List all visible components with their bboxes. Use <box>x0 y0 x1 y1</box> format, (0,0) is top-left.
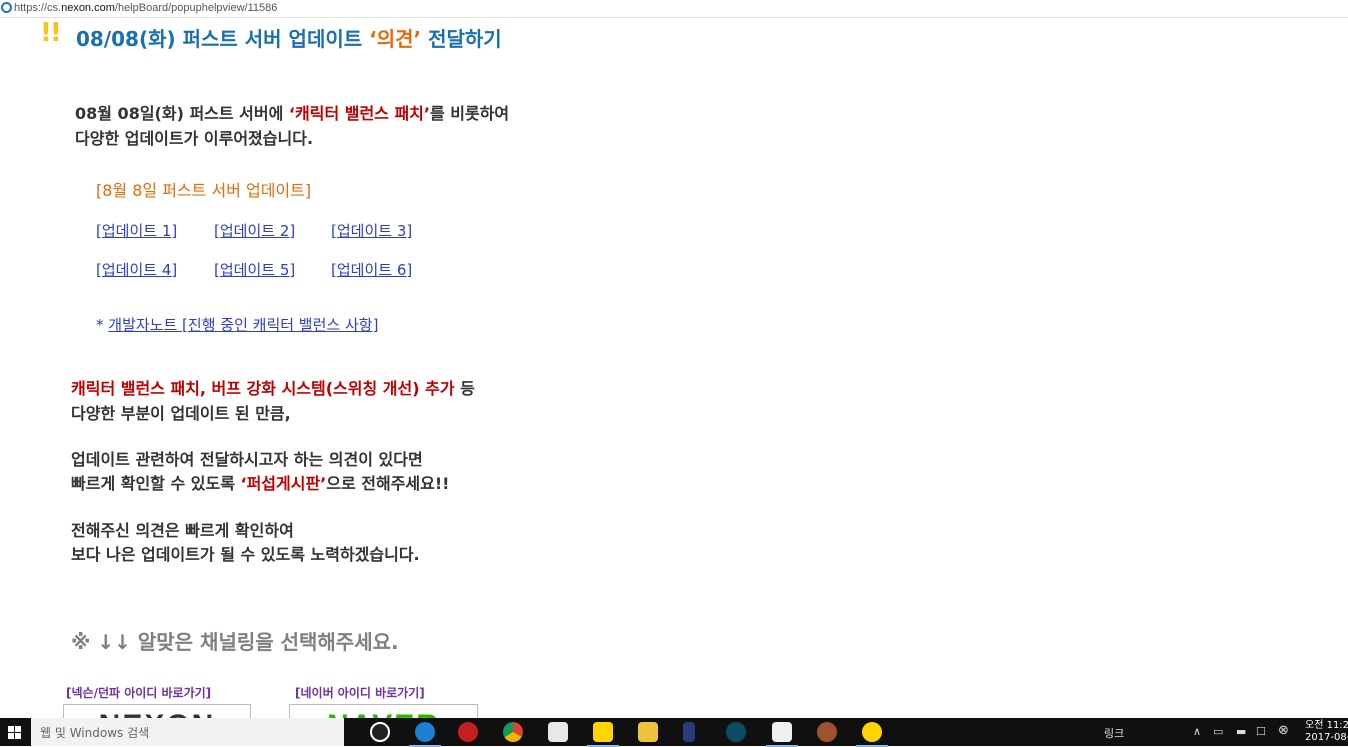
exclamation-icon: !! <box>40 18 62 48</box>
file-explorer-icon[interactable] <box>638 722 658 742</box>
taskbar-clock[interactable]: 오전 11:2 2017-08- <box>1305 720 1348 744</box>
update-link-1[interactable]: [업데이트 1] <box>96 220 177 241</box>
tray-expand-icon[interactable]: ∧ <box>1193 725 1201 738</box>
dev-note-link[interactable]: 개발자노트 [진행 중인 캐릭터 밸런스 사항] <box>108 316 378 334</box>
naver-id-label: [네이버 아이디 바로가기] <box>295 686 425 700</box>
body-p2-line-1: 업데이트 관련하여 전달하시고자 하는 의견이 있다면 <box>71 450 423 469</box>
start-button[interactable] <box>0 718 30 746</box>
taskbar: 웹 및 Windows 검색 링크 ∧ ▭ ▬ ☐ ⊗ 오전 11:2 2017… <box>0 718 1348 747</box>
body-p3-line-1: 전해주신 의견은 빠르게 확인하여 <box>71 521 294 540</box>
update-link-6[interactable]: [업데이트 6] <box>331 259 412 280</box>
title-text: 08/08(화) 퍼스트 서버 업데이트 ‘의견’ 전달하기 <box>76 27 502 51</box>
body-p2-line-2: 빠르게 확인할 수 있도록 ‘퍼섭게시판’으로 전해주세요!! <box>71 474 450 493</box>
body-p1-line-2: 다양한 부분이 업데이트 된 만큼, <box>71 404 291 423</box>
headphones-app-icon[interactable] <box>458 722 478 742</box>
ie-icon <box>1 2 12 13</box>
internet-explorer-icon[interactable] <box>409 722 441 747</box>
game-client-icon[interactable] <box>766 722 798 747</box>
clock-time: 오전 11:2 <box>1305 720 1348 731</box>
channel-prompt: ※ ↓↓ 알맞은 채널링을 선택해주세요. <box>71 630 399 654</box>
cortana-icon[interactable] <box>370 722 390 742</box>
taskbar-search[interactable]: 웹 및 Windows 검색 <box>31 718 344 746</box>
update-link-2[interactable]: [업데이트 2] <box>214 220 295 241</box>
dev-note: * 개발자노트 [진행 중인 캐릭터 밸런스 사항] <box>96 316 379 334</box>
intro-line-1: 08월 08일(화) 퍼스트 서버에 ‘캐릭터 밸런스 패치’를 비롯하여 <box>75 104 510 123</box>
kakao-app-icon[interactable] <box>856 722 888 747</box>
search-placeholder: 웹 및 Windows 검색 <box>40 726 150 740</box>
battery-icon[interactable]: ▬ <box>1236 725 1246 738</box>
update-heading: [8월 8일 퍼스트 서버 업데이트] <box>96 181 312 200</box>
close-icon[interactable]: ⊗ <box>1278 723 1289 738</box>
wizard-app-icon[interactable] <box>683 722 695 742</box>
network-icon[interactable]: ▭ <box>1213 725 1223 738</box>
dungeon-fighter-icon[interactable] <box>817 722 837 742</box>
body-p3-line-2: 보다 나은 업데이트가 될 수 있도록 노력하겠습니다. <box>71 545 420 564</box>
body-p1-line-1: 캐릭터 밸런스 패치, 버프 강화 시스템(스위칭 개선) 추가 등 <box>71 379 475 398</box>
windows-logo-icon <box>8 726 14 732</box>
update-link-4[interactable]: [업데이트 4] <box>96 259 177 280</box>
clock-date: 2017-08- <box>1305 732 1348 743</box>
address-bar[interactable]: https://cs.nexon.com/helpBoard/popuphelp… <box>0 0 1348 18</box>
nexon-id-label: [넥슨/던파 아이디 바로가기] <box>66 686 212 700</box>
title-highlight: ‘의견’ <box>369 27 422 51</box>
intro-line-2: 다양한 업데이트가 이루어졌습니다. <box>75 129 314 148</box>
notification-icon[interactable]: ☐ <box>1256 725 1266 738</box>
chrome-icon[interactable] <box>503 722 523 742</box>
tray-links-label[interactable]: 링크 <box>1104 725 1124 741</box>
url-text[interactable]: https://cs.nexon.com/helpBoard/popuphelp… <box>14 2 277 14</box>
update-link-3[interactable]: [업데이트 3] <box>331 220 412 241</box>
league-of-legends-icon[interactable] <box>726 722 746 742</box>
store-icon[interactable] <box>548 722 568 742</box>
update-link-5[interactable]: [업데이트 5] <box>214 259 295 280</box>
kakaotalk-icon[interactable] <box>587 722 619 747</box>
